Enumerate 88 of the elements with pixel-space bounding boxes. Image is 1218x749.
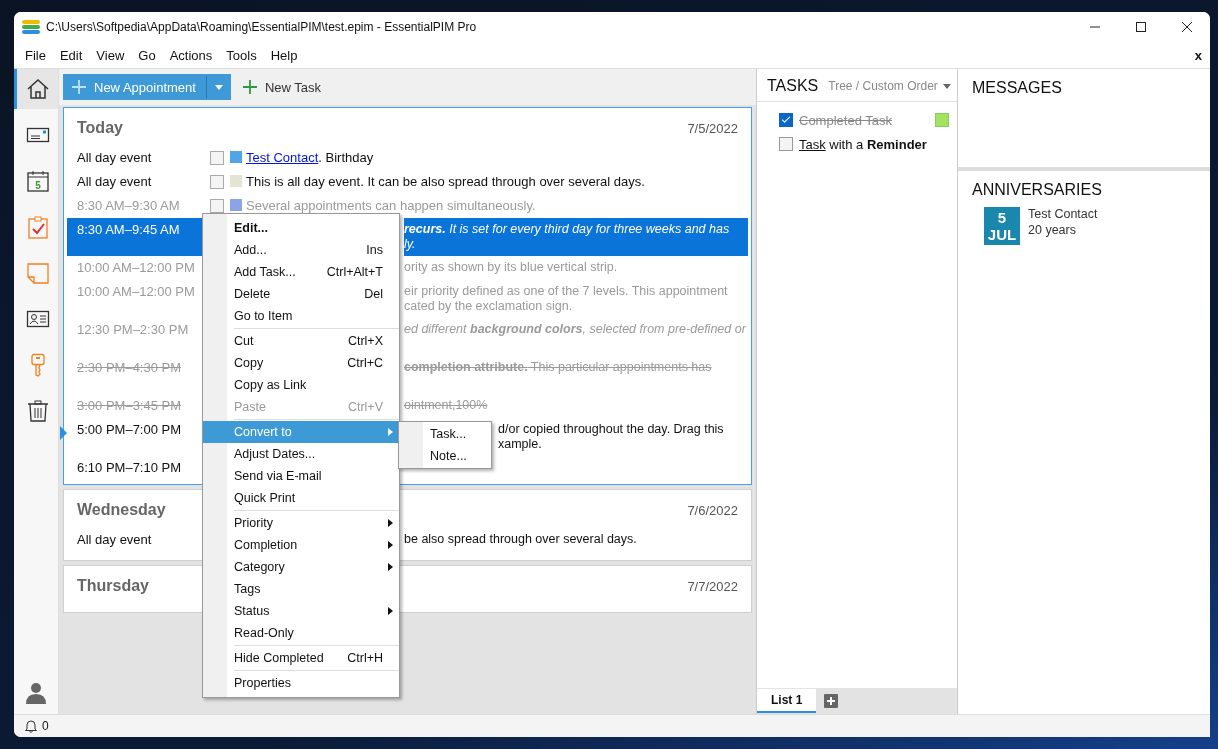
trash-icon xyxy=(25,399,50,423)
tasks-title: TASKS xyxy=(767,77,819,95)
day-title: Thursday xyxy=(77,577,149,595)
context-menu-item[interactable]: Send via E-mail xyxy=(203,465,399,487)
day-date: 7/5/2022 xyxy=(687,120,738,136)
context-menu-item[interactable]: Status xyxy=(203,600,399,622)
menu-item[interactable]: Edit xyxy=(52,47,90,63)
appointment-text: ority as shown by its blue vertical strip. xyxy=(404,260,618,275)
menu-item[interactable]: Help xyxy=(263,47,305,63)
appointment-text: d/or copied throughout the day. Drag this xyxy=(498,422,724,437)
day-title: Today xyxy=(77,119,123,137)
plus-icon xyxy=(72,80,86,94)
appointment-text: be also spread through over several days. xyxy=(404,532,637,547)
context-menu-item[interactable]: Read-Only xyxy=(203,622,399,644)
sidebar-button[interactable] xyxy=(14,69,58,109)
caret-icon[interactable] xyxy=(214,84,223,90)
date-badge: 5 JUL xyxy=(984,207,1020,245)
caret-icon xyxy=(942,83,951,89)
reminder-count: 0 xyxy=(42,719,49,733)
calendar-icon: 5 xyxy=(25,169,50,193)
add-list-icon[interactable] xyxy=(824,694,839,708)
home-icon xyxy=(25,77,50,101)
menu-item[interactable]: Go xyxy=(131,47,163,63)
appointment-text: ointment,100% xyxy=(404,398,488,413)
checkbox[interactable] xyxy=(210,175,224,189)
day-date: 7/7/2022 xyxy=(687,578,738,594)
context-menu-item[interactable]: Cut Ctrl+X xyxy=(203,330,399,352)
task-checkbox[interactable] xyxy=(779,137,793,151)
checkbox[interactable] xyxy=(210,199,224,213)
task-title: Task with a Reminder xyxy=(799,136,928,152)
appointment-time[interactable]: All day event xyxy=(67,174,210,189)
submenu-arrow-icon xyxy=(388,519,393,527)
window-title: C:\Users\Softpedia\AppData\Roaming\EssentialPIM\test.epim - EssentialPIM Pro xyxy=(46,20,478,34)
task-checkbox[interactable] xyxy=(779,113,793,127)
clipboard-check-icon xyxy=(25,215,50,239)
appointment-time[interactable]: All day event xyxy=(67,150,210,165)
close-view-button[interactable]: x xyxy=(1194,47,1210,63)
context-menu-item[interactable]: Tags xyxy=(203,578,399,600)
day-title: Wednesday xyxy=(77,501,166,519)
view-dropdown[interactable]: Tree / Custom Order xyxy=(828,79,951,93)
app-logo-icon xyxy=(22,20,40,34)
menu-item[interactable]: View xyxy=(89,47,132,63)
appointment-text: completion attribute. This particular appointments has xyxy=(404,360,712,375)
context-menu-item[interactable]: Copy Ctrl+C xyxy=(203,352,399,374)
context-menu-item[interactable]: Delete Del xyxy=(203,283,399,305)
anniversary-name: Test Contact xyxy=(1028,207,1098,221)
submenu-item[interactable]: Task... xyxy=(399,423,491,445)
plus-icon xyxy=(242,80,257,94)
menu-item[interactable]: File xyxy=(18,47,53,63)
context-menu-item[interactable]: Copy as Link xyxy=(203,374,399,396)
task-title: Completed Task xyxy=(799,112,893,128)
user-icon[interactable] xyxy=(25,682,47,704)
submenu-arrow-icon xyxy=(388,563,393,571)
appointment-text: ly. xyxy=(404,237,417,252)
submenu-arrow-icon xyxy=(388,607,393,615)
selected-row-background[interactable]: recurs. It is set for every third day for three weeks and has ly. xyxy=(404,218,748,256)
menu-item[interactable]: Actions xyxy=(162,47,220,63)
appointment-text: eir priority defined as one of the 7 levels. This appointment xyxy=(404,284,728,299)
context-menu-item[interactable]: Go to Item xyxy=(203,305,399,327)
context-menu-item[interactable]: Add Task... Ctrl+Alt+T xyxy=(203,261,399,283)
context-menu-item[interactable]: Hide Completed Ctrl+H xyxy=(203,647,399,669)
anniversaries-title: ANNIVERSARIES xyxy=(972,181,1103,199)
appointment-text: This is all day event. It can be also spread through over several days. xyxy=(246,174,645,189)
context-menu-item[interactable]: Category xyxy=(203,556,399,578)
submenu-arrow-icon xyxy=(388,541,393,549)
messages-title: MESSAGES xyxy=(972,79,1062,96)
appointment-text: cated by the exclamation sign. xyxy=(404,299,574,314)
context-menu-item[interactable]: Properties xyxy=(203,672,399,694)
appointment-text: Several appointments can happen simultaneously. xyxy=(246,198,536,213)
context-menu-item[interactable]: Quick Print xyxy=(203,487,399,509)
submenu-item[interactable]: Note... xyxy=(399,445,491,467)
checkbox[interactable] xyxy=(210,151,224,165)
note-icon xyxy=(25,261,50,285)
context-menu-item[interactable]: Priority xyxy=(203,512,399,534)
new-task-button[interactable]: New Task xyxy=(242,79,322,95)
appointment-text: xample. xyxy=(498,437,543,452)
submenu-arrow-icon xyxy=(388,428,393,436)
task-link[interactable]: Task xyxy=(799,136,826,152)
anniversary-years: 20 years xyxy=(1028,223,1077,237)
appointment-text: ed different background colors, selected from pre-defined or xyxy=(404,322,746,337)
context-menu-item[interactable]: Completion xyxy=(203,534,399,556)
context-menu-item[interactable]: Adjust Dates... xyxy=(203,443,399,465)
list-tab[interactable]: List 1 xyxy=(757,689,817,713)
appointment-text: recurs. It is set for every third day for three weeks and has xyxy=(404,222,731,237)
appointment-text: Test Contact. Birthday xyxy=(246,150,374,165)
menu-item[interactable]: Tools xyxy=(219,47,264,63)
bell-icon[interactable] xyxy=(24,719,38,733)
day-date: 7/6/2022 xyxy=(687,502,738,518)
